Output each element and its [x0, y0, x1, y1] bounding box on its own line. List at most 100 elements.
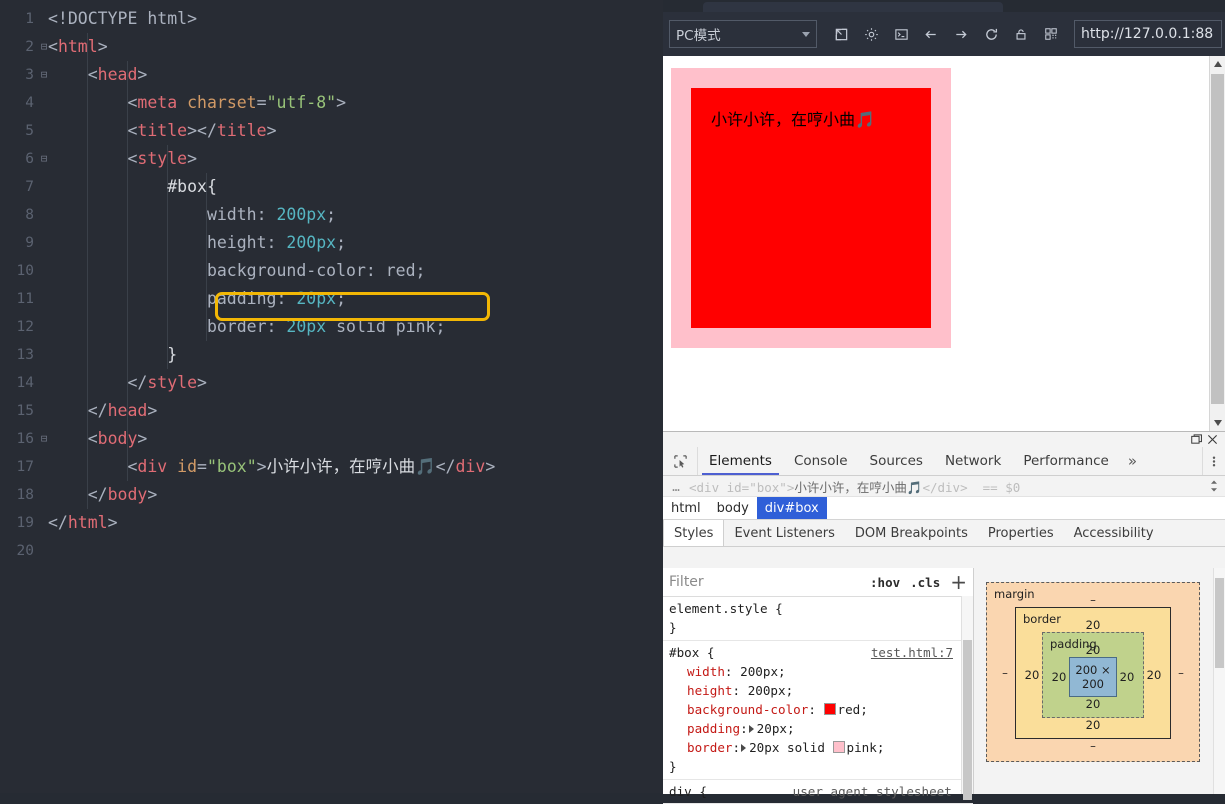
- code-line[interactable]: 11 padding: 20px;: [0, 285, 663, 313]
- css-property-value[interactable]: red;: [823, 702, 868, 717]
- qr-code-icon[interactable]: [1036, 20, 1066, 48]
- code-line[interactable]: 1 <!DOCTYPE html>: [0, 5, 663, 33]
- scrollbar-thumb[interactable]: [1211, 74, 1224, 404]
- box-model-padding-left[interactable]: 20: [1049, 670, 1069, 684]
- expand-shorthand-icon[interactable]: [741, 744, 747, 752]
- rendered-page[interactable]: 小许小许，在哼小曲🎵: [663, 56, 1210, 431]
- back-arrow-icon[interactable]: [916, 20, 946, 48]
- dock-side-icon[interactable]: [1188, 433, 1204, 447]
- code-line[interactable]: 20: [0, 537, 663, 565]
- more-tabs-chevron-icon[interactable]: »: [1120, 447, 1145, 475]
- code-line[interactable]: 14 </style>: [0, 369, 663, 397]
- new-style-rule-button[interactable]: +: [950, 572, 967, 592]
- box-model-margin-right[interactable]: –: [1171, 666, 1191, 680]
- tab-elements[interactable]: Elements: [698, 447, 783, 475]
- code-line[interactable]: 15 </head>: [0, 397, 663, 425]
- box-model-padding-right[interactable]: 20: [1117, 670, 1137, 684]
- code-line[interactable]: 12 border: 20px solid pink;: [0, 313, 663, 341]
- box-model-border-left[interactable]: 20: [1022, 668, 1042, 682]
- scroll-down-arrow[interactable]: [1210, 415, 1225, 431]
- color-swatch[interactable]: [832, 741, 845, 753]
- browser-tab[interactable]: [703, 2, 1003, 12]
- css-property-value[interactable]: 200px;: [740, 664, 786, 679]
- css-property-name[interactable]: width: [687, 664, 725, 679]
- code-line[interactable]: 7 #box{: [0, 173, 663, 201]
- box-model-scrollbar[interactable]: [1213, 568, 1225, 794]
- console-icon[interactable]: [886, 20, 916, 48]
- reload-icon[interactable]: [976, 20, 1006, 48]
- code-lines[interactable]: 1 <!DOCTYPE html> 2 ⊟ <html> 3 ⊟ <head> 4 <meta…: [0, 5, 663, 565]
- color-swatch[interactable]: [823, 703, 836, 715]
- css-property-name[interactable]: background-color: [687, 702, 808, 717]
- code-line[interactable]: 2 ⊟ <html>: [0, 33, 663, 61]
- box-model-border[interactable]: border 20 20 padding 20 20 200 × 200 20 …: [1015, 607, 1171, 739]
- code-line[interactable]: 3 ⊟ <head>: [0, 61, 663, 89]
- code-line[interactable]: 9 height: 200px;: [0, 229, 663, 257]
- tab-console[interactable]: Console: [783, 447, 859, 475]
- box-model-margin[interactable]: margin – – border 20 20 padding 20 20 20…: [986, 582, 1200, 762]
- css-rule-source-link[interactable]: test.html:7: [871, 643, 953, 662]
- box-model-margin-bottom[interactable]: –: [995, 739, 1191, 753]
- code-line[interactable]: 4 <meta charset="utf-8">: [0, 89, 663, 117]
- force-hover-state-button[interactable]: :hov: [870, 575, 900, 590]
- css-property-value[interactable]: 20px solid pink;: [749, 740, 884, 755]
- css-rule[interactable]: element.style {}: [663, 597, 973, 641]
- code-line[interactable]: 6 ⊟ <style>: [0, 145, 663, 173]
- open-external-icon[interactable]: [826, 20, 856, 48]
- expand-shorthand-icon[interactable]: [748, 725, 754, 733]
- styles-scrollbar-thumb[interactable]: [963, 640, 972, 800]
- css-rule-selector[interactable]: element.style {: [669, 599, 973, 618]
- breadcrumb-html[interactable]: html: [663, 497, 709, 519]
- css-property-name[interactable]: height: [687, 683, 733, 698]
- scroll-up-arrow[interactable]: [1210, 56, 1225, 72]
- box-model-border-bottom[interactable]: 20: [1022, 718, 1164, 732]
- code-line[interactable]: 5 <title></title>: [0, 117, 663, 145]
- code-line[interactable]: 13 }: [0, 341, 663, 369]
- panel-tab-dom-breakpoints[interactable]: DOM Breakpoints: [845, 520, 978, 546]
- dom-scroll-spinner[interactable]: [1206, 480, 1225, 492]
- box-model-padding-bottom[interactable]: 20: [1049, 697, 1137, 711]
- panel-tab-accessibility[interactable]: Accessibility: [1064, 520, 1164, 546]
- user-agent-rule[interactable]: div {user agent stylesheet ▾: [663, 780, 973, 804]
- css-property-name[interactable]: border: [687, 740, 733, 755]
- css-rule[interactable]: #box {test.html:7 width: 200px; height: 20…: [663, 641, 973, 780]
- tab-sources[interactable]: Sources: [859, 447, 934, 475]
- devtools-menu-icon[interactable]: [1202, 447, 1225, 475]
- dom-overflow-dots[interactable]: …: [663, 479, 689, 494]
- code-line[interactable]: 17 <div id="box">小许小许，在哼小曲🎵</div>: [0, 453, 663, 481]
- forward-arrow-icon[interactable]: [946, 20, 976, 48]
- breadcrumb-body[interactable]: body: [709, 497, 757, 519]
- viewport-scrollbar[interactable]: [1209, 56, 1225, 431]
- box-model-margin-left[interactable]: –: [995, 666, 1015, 680]
- tab-network[interactable]: Network: [934, 447, 1012, 475]
- inspect-element-icon[interactable]: [663, 447, 698, 475]
- css-property-name[interactable]: padding: [687, 721, 740, 736]
- css-declaration[interactable]: padding: 20px;: [669, 719, 973, 738]
- box-model-border-right[interactable]: 20: [1144, 668, 1164, 682]
- panel-tab-event-listeners[interactable]: Event Listeners: [724, 520, 844, 546]
- device-mode-select[interactable]: PC模式: [669, 20, 817, 48]
- lock-icon[interactable]: [1006, 20, 1036, 48]
- dom-tree-selected-node[interactable]: … <div id="box">小许小许，在哼小曲🎵</div> == $0: [663, 476, 1225, 497]
- url-bar[interactable]: http://127.0.0.1:88: [1074, 20, 1222, 48]
- code-line[interactable]: 10 background-color: red;: [0, 257, 663, 285]
- styles-filter-input[interactable]: Filter: [669, 574, 870, 590]
- code-line[interactable]: 19 </html>: [0, 509, 663, 537]
- code-line[interactable]: 18 </body>: [0, 481, 663, 509]
- gear-icon[interactable]: [856, 20, 886, 48]
- css-property-value[interactable]: 200px;: [748, 683, 794, 698]
- code-line[interactable]: 16 ⊟ <body>: [0, 425, 663, 453]
- css-declaration[interactable]: height: 200px;: [669, 681, 973, 700]
- css-property-value[interactable]: 20px;: [757, 721, 795, 736]
- panel-tab-properties[interactable]: Properties: [978, 520, 1064, 546]
- close-icon[interactable]: [1204, 433, 1220, 447]
- css-declaration[interactable]: border: 20px solid pink;: [669, 738, 973, 757]
- panel-tab-styles[interactable]: Styles: [663, 520, 725, 546]
- tab-performance[interactable]: Performance: [1012, 447, 1120, 475]
- styles-scrollbar[interactable]: [961, 596, 973, 800]
- box-model-padding[interactable]: padding 20 20 200 × 200 20 20: [1042, 632, 1144, 718]
- code-editor[interactable]: 1 <!DOCTYPE html> 2 ⊟ <html> 3 ⊟ <head> 4 <meta…: [0, 0, 663, 793]
- box-model-scrollbar-thumb[interactable]: [1215, 578, 1224, 668]
- css-declaration[interactable]: width: 200px;: [669, 662, 973, 681]
- demo-box-element[interactable]: 小许小许，在哼小曲🎵: [671, 68, 951, 348]
